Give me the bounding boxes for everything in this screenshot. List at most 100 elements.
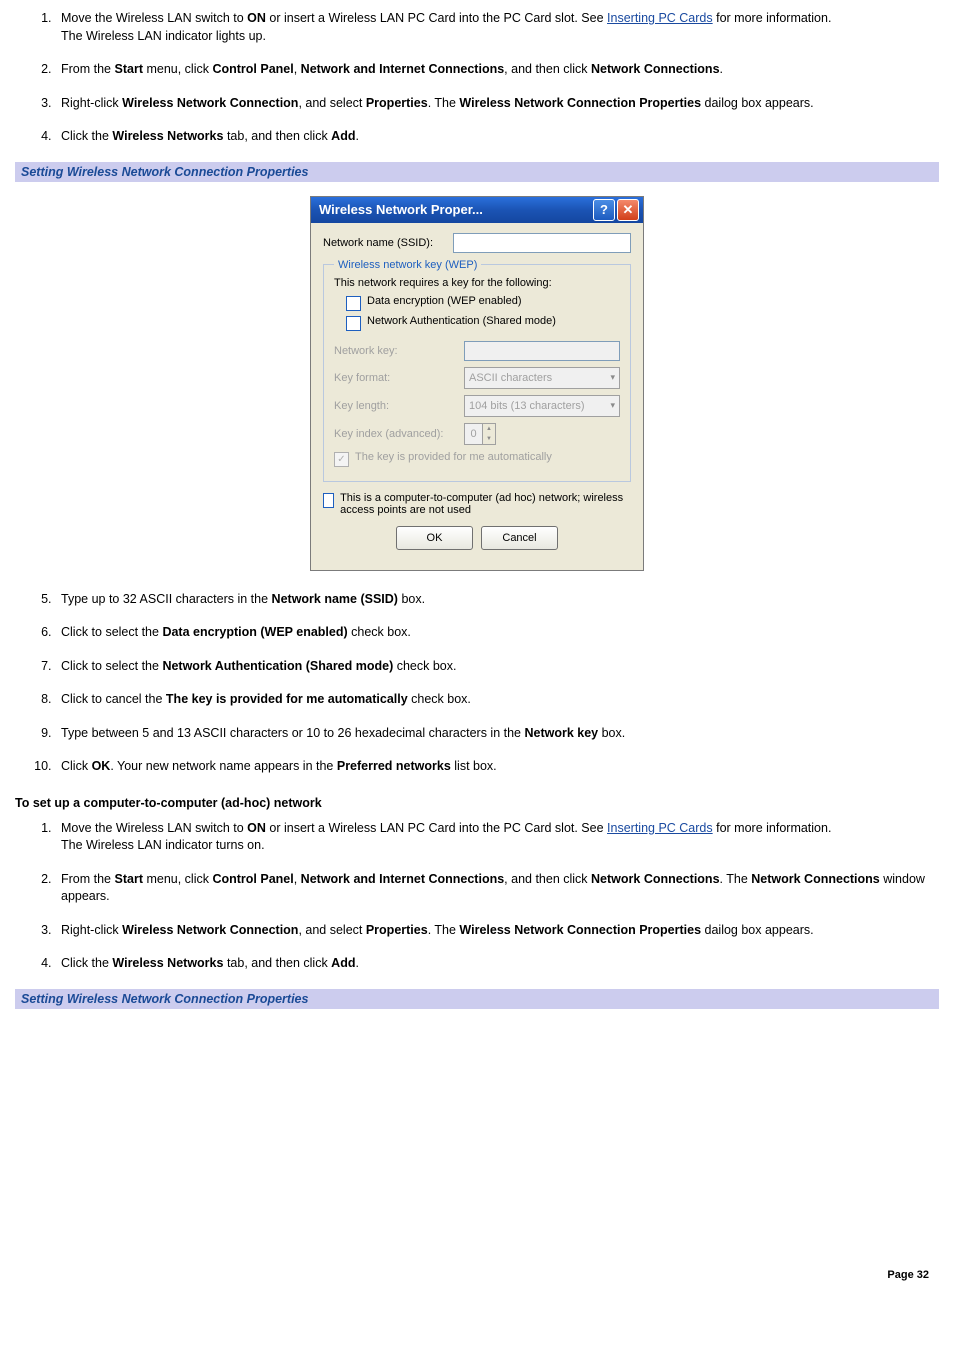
bold: Properties [366, 923, 428, 937]
text: The Wireless LAN indicator lights up. [61, 29, 266, 43]
step-c3: Right-click Wireless Network Connection,… [55, 922, 939, 940]
bold: Network and Internet Connections [301, 872, 505, 886]
text: , [294, 62, 301, 76]
bold: Network Authentication (Shared mode) [162, 659, 393, 673]
spinner-up-icon: ▲ [483, 424, 495, 434]
link-inserting-pc-cards[interactable]: Inserting PC Cards [607, 821, 713, 835]
step-b9: Type between 5 and 13 ASCII characters o… [55, 725, 939, 743]
ssid-input[interactable] [453, 233, 631, 253]
text: Click to cancel the [61, 692, 166, 706]
bold: ON [247, 821, 266, 835]
bold: Control Panel [212, 62, 293, 76]
bold: Wireless Networks [112, 956, 223, 970]
step-b6: Click to select the Data encryption (WEP… [55, 624, 939, 642]
checkbox-network-auth[interactable] [346, 316, 361, 331]
bold: Start [115, 62, 143, 76]
text: for more information. [713, 11, 832, 25]
checkbox-data-encryption[interactable] [346, 296, 361, 311]
text: , and select [298, 923, 365, 937]
text: . [355, 129, 358, 143]
steps-list-a: Move the Wireless LAN switch to ON or in… [15, 10, 939, 146]
text: Click to select the [61, 625, 162, 639]
key-format-select: ASCII characters ▾ [464, 367, 620, 389]
text: , [294, 872, 301, 886]
text: Click the [61, 956, 112, 970]
ssid-label: Network name (SSID): [323, 237, 453, 249]
bold: Wireless Network Connection Properties [459, 96, 701, 110]
text: list box. [451, 759, 497, 773]
text: tab, and then click [223, 129, 331, 143]
text: Move the Wireless LAN switch to [61, 821, 247, 835]
subheading-adhoc: To set up a computer-to-computer (ad-hoc… [15, 796, 939, 810]
step-c1: Move the Wireless LAN switch to ON or in… [55, 820, 939, 855]
text: box. [598, 726, 625, 740]
text: dailog box appears. [701, 96, 814, 110]
bold: Network Connections [591, 62, 720, 76]
help-button[interactable]: ? [593, 199, 615, 221]
text: From the [61, 872, 115, 886]
dialog-titlebar: Wireless Network Proper... ? ✕ [311, 197, 643, 223]
text: , and select [298, 96, 365, 110]
label-adhoc: This is a computer-to-computer (ad hoc) … [340, 492, 631, 516]
bold: Network key [524, 726, 598, 740]
figure-caption-2: Setting Wireless Network Connection Prop… [15, 989, 939, 1009]
bold: Preferred networks [337, 759, 451, 773]
steps-list-c: Move the Wireless LAN switch to ON or in… [15, 820, 939, 973]
text: or insert a Wireless LAN PC Card into th… [266, 11, 607, 25]
text: . The [428, 923, 460, 937]
text: Right-click [61, 923, 122, 937]
chevron-down-icon: ▾ [610, 372, 615, 383]
page-number: Page 32 [15, 1269, 939, 1281]
text: check box. [348, 625, 411, 639]
label-auto-key: The key is provided for me automatically [355, 451, 552, 463]
label-network-auth: Network Authentication (Shared mode) [367, 315, 556, 327]
checkbox-adhoc[interactable] [323, 493, 334, 508]
chevron-down-icon: ▾ [610, 400, 615, 411]
text: Click [61, 759, 92, 773]
step-c2: From the Start menu, click Control Panel… [55, 871, 939, 906]
text: menu, click [143, 872, 212, 886]
text: Type up to 32 ASCII characters in the [61, 592, 272, 606]
link-inserting-pc-cards[interactable]: Inserting PC Cards [607, 11, 713, 25]
bold: Wireless Network Connection [122, 96, 298, 110]
close-button[interactable]: ✕ [617, 199, 639, 221]
figure-dialog: Wireless Network Proper... ? ✕ Network n… [15, 182, 939, 591]
text: From the [61, 62, 115, 76]
step-c4: Click the Wireless Networks tab, and the… [55, 955, 939, 973]
key-length-select: 104 bits (13 characters) ▾ [464, 395, 620, 417]
text: Move the Wireless LAN switch to [61, 11, 247, 25]
bold: The key is provided for me automatically [166, 692, 408, 706]
text: dailog box appears. [701, 923, 814, 937]
bold: Data encryption (WEP enabled) [162, 625, 347, 639]
bold: Wireless Network Connection [122, 923, 298, 937]
spinner-down-icon: ▼ [483, 434, 495, 444]
key-format-value: ASCII characters [469, 372, 552, 384]
step-a2: From the Start menu, click Control Panel… [55, 61, 939, 79]
step-b8: Click to cancel the The key is provided … [55, 691, 939, 709]
text: Click to select the [61, 659, 162, 673]
dialog-title: Wireless Network Proper... [319, 202, 591, 217]
bold: Network Connections [751, 872, 880, 886]
bold: Network and Internet Connections [301, 62, 505, 76]
label-data-encryption: Data encryption (WEP enabled) [367, 295, 522, 307]
text: . Your new network name appears in the [110, 759, 337, 773]
key-length-value: 104 bits (13 characters) [469, 400, 585, 412]
text: check box. [393, 659, 456, 673]
step-b5: Type up to 32 ASCII characters in the Ne… [55, 591, 939, 609]
bold: Start [115, 872, 143, 886]
text: or insert a Wireless LAN PC Card into th… [266, 821, 607, 835]
dialog-body: Network name (SSID): Wireless network ke… [311, 223, 643, 570]
cancel-button[interactable]: Cancel [481, 526, 558, 550]
text: The Wireless LAN indicator turns on. [61, 838, 265, 852]
label-key-index: Key index (advanced): [334, 428, 464, 440]
step-a3: Right-click Wireless Network Connection,… [55, 95, 939, 113]
text: . The [428, 96, 460, 110]
text: , and then click [504, 872, 591, 886]
label-key-length: Key length: [334, 400, 464, 412]
ok-button[interactable]: OK [396, 526, 473, 550]
step-b10: Click OK. Your new network name appears … [55, 758, 939, 776]
bold: Wireless Network Connection Properties [459, 923, 701, 937]
bold: OK [92, 759, 111, 773]
key-index-spinner: 0 ▲▼ [464, 423, 496, 445]
bold: Network Connections [591, 872, 720, 886]
